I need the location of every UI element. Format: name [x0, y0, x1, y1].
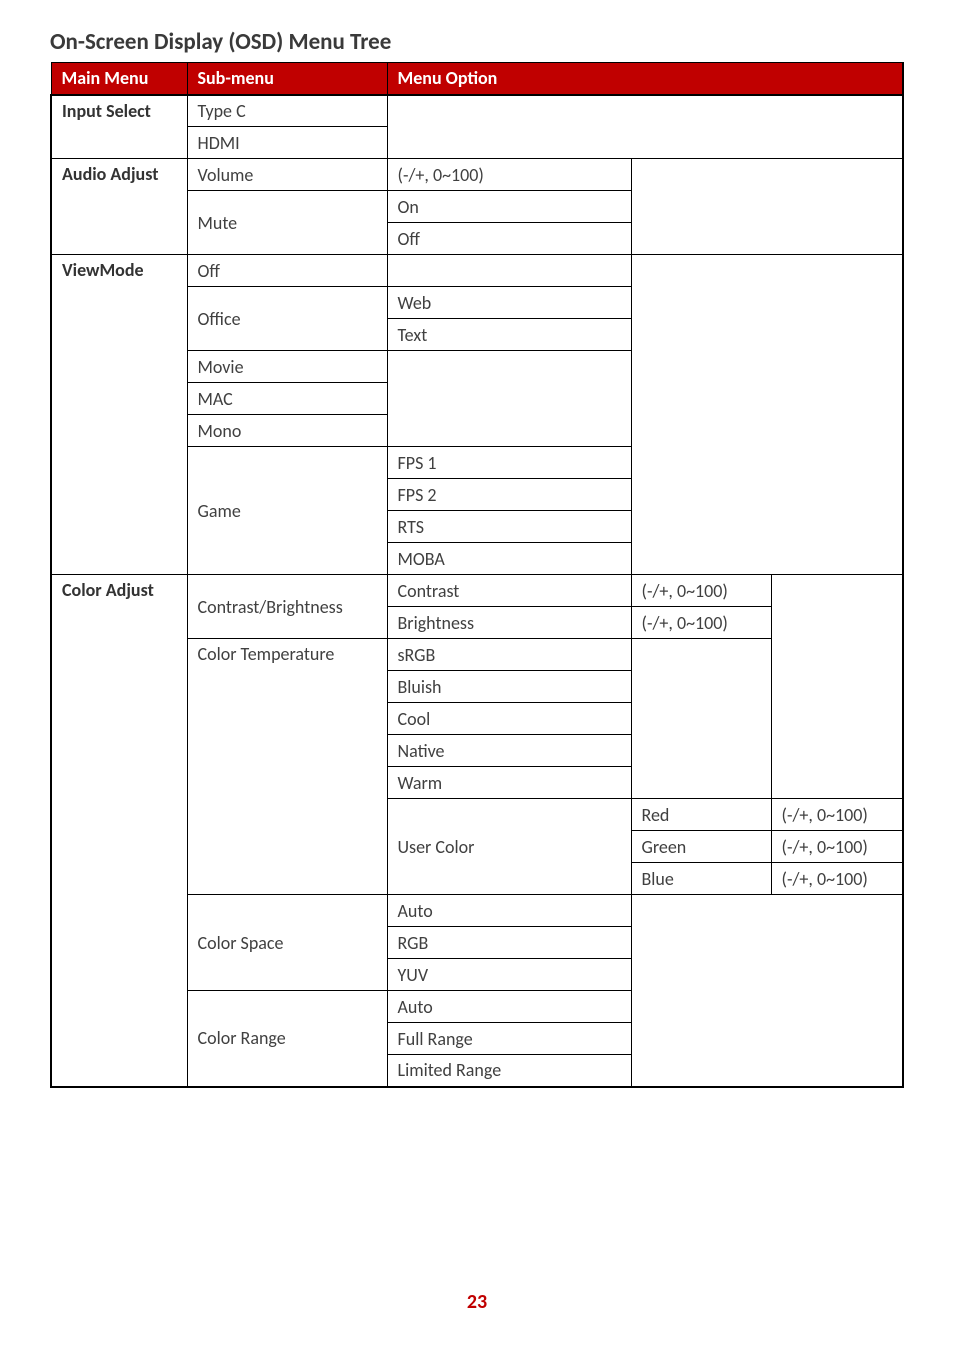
- cell-vm-office: Office: [187, 287, 387, 351]
- cell-cs-auto: Auto: [387, 895, 631, 927]
- cell-empty: [387, 255, 631, 287]
- cell-volume-range: (-/+, 0~100): [387, 159, 631, 191]
- cell-uc-green-range: (-/+, 0~100): [771, 831, 903, 863]
- header-sub-menu: Sub-menu: [187, 63, 387, 95]
- cell-contrast-brightness: Contrast/Brightness: [187, 575, 387, 639]
- table-row: Audio Adjust Volume (-/+, 0~100): [51, 159, 903, 191]
- cell-brightness: Brightness: [387, 607, 631, 639]
- cell-uc-blue-range: (-/+, 0~100): [771, 863, 903, 895]
- cell-vm-web: Web: [387, 287, 631, 319]
- cell-mute: Mute: [187, 191, 387, 255]
- cell-empty: [631, 639, 771, 799]
- cell-vm-off: Off: [187, 255, 387, 287]
- cell-cs-rgb: RGB: [387, 927, 631, 959]
- cell-audio-adjust: Audio Adjust: [51, 159, 187, 255]
- cell-cr-limited: Limited Range: [387, 1055, 631, 1087]
- cell-moba: MOBA: [387, 543, 631, 575]
- cell-brightness-range: (-/+, 0~100): [631, 607, 771, 639]
- cell-srgb: sRGB: [387, 639, 631, 671]
- cell-input-select: Input Select: [51, 95, 187, 159]
- cell-empty: [631, 895, 903, 1087]
- cell-uc-blue: Blue: [631, 863, 771, 895]
- cell-contrast: Contrast: [387, 575, 631, 607]
- cell-cr-full: Full Range: [387, 1023, 631, 1055]
- cell-rts: RTS: [387, 511, 631, 543]
- cell-volume: Volume: [187, 159, 387, 191]
- cell-native: Native: [387, 735, 631, 767]
- page-title: On-Screen Display (OSD) Menu Tree: [50, 28, 904, 56]
- cell-color-adjust: Color Adjust: [51, 575, 187, 1087]
- cell-bluish: Bluish: [387, 671, 631, 703]
- cell-empty: [631, 159, 903, 255]
- cell-uc-red: Red: [631, 799, 771, 831]
- cell-cool: Cool: [387, 703, 631, 735]
- cell-empty: [387, 95, 903, 159]
- cell-viewmode: ViewMode: [51, 255, 187, 575]
- table-row: Input Select Type C: [51, 95, 903, 127]
- osd-menu-tree-table: Main Menu Sub-menu Menu Option Input Sel…: [50, 62, 904, 1088]
- cell-empty: [387, 351, 631, 447]
- cell-fps1: FPS 1: [387, 447, 631, 479]
- cell-mute-off: Off: [387, 223, 631, 255]
- table-row: Color Adjust Contrast/Brightness Contras…: [51, 575, 903, 607]
- cell-vm-mac: MAC: [187, 383, 387, 415]
- cell-vm-movie: Movie: [187, 351, 387, 383]
- cell-uc-red-range: (-/+, 0~100): [771, 799, 903, 831]
- cell-color-space: Color Space: [187, 895, 387, 991]
- cell-vm-mono: Mono: [187, 415, 387, 447]
- cell-empty: [631, 255, 903, 575]
- cell-fps2: FPS 2: [387, 479, 631, 511]
- cell-vm-game: Game: [187, 447, 387, 575]
- cell-mute-on: On: [387, 191, 631, 223]
- cell-cr-auto: Auto: [387, 991, 631, 1023]
- cell-color-temperature: Color Temperature: [187, 639, 387, 895]
- header-menu-option: Menu Option: [387, 63, 903, 95]
- cell-cs-yuv: YUV: [387, 959, 631, 991]
- cell-warm: Warm: [387, 767, 631, 799]
- cell-hdmi: HDMI: [187, 127, 387, 159]
- cell-uc-green: Green: [631, 831, 771, 863]
- cell-user-color: User Color: [387, 799, 631, 895]
- header-main-menu: Main Menu: [51, 63, 187, 95]
- cell-empty: [771, 575, 903, 799]
- table-row: ViewMode Off: [51, 255, 903, 287]
- cell-contrast-range: (-/+, 0~100): [631, 575, 771, 607]
- table-header-row: Main Menu Sub-menu Menu Option: [51, 63, 903, 95]
- cell-type-c: Type C: [187, 95, 387, 127]
- page-number: 23: [0, 1290, 954, 1314]
- cell-vm-text: Text: [387, 319, 631, 351]
- cell-color-range: Color Range: [187, 991, 387, 1087]
